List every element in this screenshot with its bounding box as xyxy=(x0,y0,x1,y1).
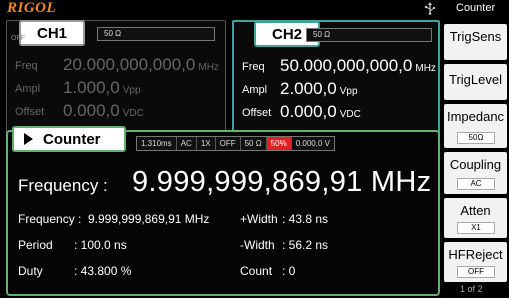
frequency-big-value: 9.999,999,869,91 MHz xyxy=(132,166,432,198)
ch2-offset-value: 0.000,0 xyxy=(280,102,337,121)
menu-trigsens-label: TrigSens xyxy=(449,29,502,44)
menu-coupling-value: AC xyxy=(457,178,495,190)
ch1-offset-value: 0.000,0 xyxy=(63,101,120,120)
counter-tab[interactable]: Counter xyxy=(12,126,126,152)
menu-trigsens[interactable]: TrigSens xyxy=(444,24,507,60)
ch2-freq-label: Freq xyxy=(242,61,265,73)
ch1-ampl-value: 1.000,0 xyxy=(63,78,120,97)
stat-nwidth-value: : 56.2 ns xyxy=(282,238,329,252)
menu-coupling[interactable]: Coupling AC xyxy=(444,152,507,194)
ch1-offset-unit: VDC xyxy=(122,108,144,119)
counter-panel: Counter 1.310ms AC 1X OFF 50 Ω 50% 0.000… xyxy=(6,126,440,296)
setting-trig-sens: 50% xyxy=(266,137,292,150)
play-icon xyxy=(24,133,33,145)
stat-pwidth-value: : 43.8 ns xyxy=(282,212,329,226)
ch1-ampl-label: Ampl xyxy=(15,83,41,95)
setting-gate-time: 1.310ms xyxy=(137,137,177,150)
menu-atten-label: Atten xyxy=(460,203,491,218)
stat-frequency-value: 9.999,999,869,91 MHz xyxy=(88,212,210,226)
ch2-ampl-unit: Vpp xyxy=(339,86,358,97)
menu-hfreject-value: OFF xyxy=(457,266,495,278)
setting-coupling: AC xyxy=(177,137,197,150)
menu-coupling-label: Coupling xyxy=(449,157,502,172)
ch1-tab[interactable]: OFF CH1 xyxy=(11,20,85,46)
stat-duty-label: Duty xyxy=(18,264,43,278)
page-indicator: 1 of 2 xyxy=(460,284,483,294)
ch1-impedance: 50 Ω xyxy=(97,27,215,41)
ch1-ampl-unit: Vpp xyxy=(122,85,141,96)
menu-impedance-value: 50Ω xyxy=(457,132,495,144)
menu-triglevel[interactable]: TrigLevel xyxy=(444,64,507,100)
ch2-freq-row[interactable]: Freq 50.000,000,000,0 MHz xyxy=(234,56,438,78)
setting-impedance: 50 Ω xyxy=(241,137,267,150)
ch1-ampl-row[interactable]: Ampl 1.000,0 Vpp xyxy=(7,78,225,100)
ch1-label: CH1 xyxy=(36,24,67,42)
ch2-freq-value: 50.000,000,000,0 xyxy=(280,56,413,75)
stat-duty-value: : 43.800 % xyxy=(74,264,132,278)
ch1-freq-unit: MHz xyxy=(198,62,219,73)
ch2-ampl-label: Ampl xyxy=(242,84,268,96)
ch2-label: CH2 xyxy=(271,25,302,43)
stat-period-value: : 100.0 ns xyxy=(74,238,127,252)
mode-title: Counter xyxy=(456,2,496,14)
ch1-offset-label: Offset xyxy=(15,106,45,118)
stat-count-label: Count xyxy=(240,264,273,278)
menu-impedance-label: Impedanc xyxy=(446,109,505,124)
stat-frequency-label: Frequency : xyxy=(18,212,82,226)
ch2-ampl-value: 2.000,0 xyxy=(280,79,337,98)
usb-icon xyxy=(424,2,435,15)
stat-pwidth-label: +Width xyxy=(240,212,278,226)
menu-atten-value: X1 xyxy=(457,222,495,234)
stat-count-value: : 0 xyxy=(282,264,296,278)
menu-impedance[interactable]: Impedanc 50Ω xyxy=(444,104,507,148)
stat-nwidth-label: -Width xyxy=(240,238,275,252)
stat-period-label: Period xyxy=(18,238,53,252)
ch2-offset-row[interactable]: Offset 0.000,0 VDC xyxy=(234,102,438,124)
ch2-offset-label: Offset xyxy=(242,107,272,119)
counter-settings-bar: 1.310ms AC 1X OFF 50 Ω 50% 0.000,0 V xyxy=(136,136,335,151)
frequency-big-label: Frequency : xyxy=(18,176,108,195)
brand-logo: RIGOL xyxy=(7,0,57,16)
menu-hfreject-label: HFReject xyxy=(448,247,503,262)
ch2-impedance: 50 Ω xyxy=(306,28,432,42)
ch2-offset-unit: VDC xyxy=(339,109,361,120)
ch1-state: OFF xyxy=(11,35,25,42)
counter-title: Counter xyxy=(43,130,101,148)
ch1-freq-label: Freq xyxy=(15,60,38,72)
ch2-freq-unit: MHz xyxy=(415,63,436,74)
setting-trig-level: 0.000,0 V xyxy=(295,139,330,148)
ch1-offset-row[interactable]: Offset 0.000,0 VDC xyxy=(7,101,225,123)
menu-hfreject[interactable]: HFReject OFF xyxy=(444,242,507,282)
menu-atten[interactable]: Atten X1 xyxy=(444,198,507,238)
setting-atten: 1X xyxy=(197,137,216,150)
menu-triglevel-label: TrigLevel xyxy=(449,72,502,87)
ch1-freq-row[interactable]: Freq 20.000,000,000,0 MHz xyxy=(7,55,225,77)
ch2-ampl-row[interactable]: Ampl 2.000,0 Vpp xyxy=(234,79,438,101)
ch1-freq-value: 20.000,000,000,0 xyxy=(63,55,196,74)
setting-hfreject: OFF xyxy=(216,137,241,150)
